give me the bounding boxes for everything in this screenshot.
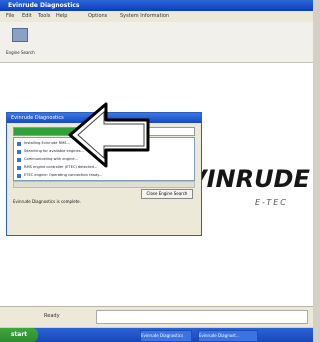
window-title: Evinrude Diagnostics — [8, 2, 80, 9]
status-label: Ready — [44, 313, 60, 319]
dialog-title: Evinrude Diagnostics — [11, 115, 64, 121]
info-icon — [17, 158, 21, 162]
horizontal-scrollbar[interactable] — [13, 181, 195, 188]
info-icon — [17, 174, 21, 178]
pointer-arrow-icon — [68, 102, 150, 168]
dialog-status-text: Evinrude Diagnostics is complete. — [13, 199, 81, 204]
log-line: Installing Evinrude RMS... — [24, 141, 70, 145]
engine-search-label: Engine Search — [6, 50, 35, 55]
status-bar: Ready — [0, 306, 313, 327]
taskbar: start Evinrude Diagnostics Evinrude Diag… — [0, 328, 313, 342]
brand-logo: VINRUDE — [188, 165, 310, 193]
window-titlebar: Evinrude Diagnostics — [0, 0, 313, 11]
status-field — [96, 310, 308, 324]
menu-file[interactable]: File — [6, 13, 14, 19]
engine-icon — [12, 28, 28, 42]
info-icon — [17, 150, 21, 154]
taskbar-item[interactable]: Evinrude Diagnost... — [198, 330, 258, 342]
info-icon — [17, 166, 21, 170]
taskbar-item[interactable]: Evinrude Diagnostics — [140, 330, 192, 342]
menu-system-information[interactable]: System Information — [120, 13, 169, 19]
menu-tools[interactable]: Tools — [38, 13, 50, 19]
toolbar: Engine Search — [0, 22, 313, 63]
log-line: ETEC engine: Operating connection ready.… — [24, 173, 103, 177]
engine-search-button[interactable]: Engine Search — [6, 26, 35, 56]
start-button[interactable]: start — [0, 328, 38, 342]
menu-options[interactable]: Options — [88, 13, 107, 19]
info-icon — [17, 142, 21, 146]
menu-edit[interactable]: Edit — [22, 13, 32, 19]
brand-subtitle: E-TEC — [255, 198, 288, 207]
menu-help[interactable]: Help — [56, 13, 67, 19]
close-engine-search-button[interactable]: Close Engine Search — [141, 189, 193, 199]
